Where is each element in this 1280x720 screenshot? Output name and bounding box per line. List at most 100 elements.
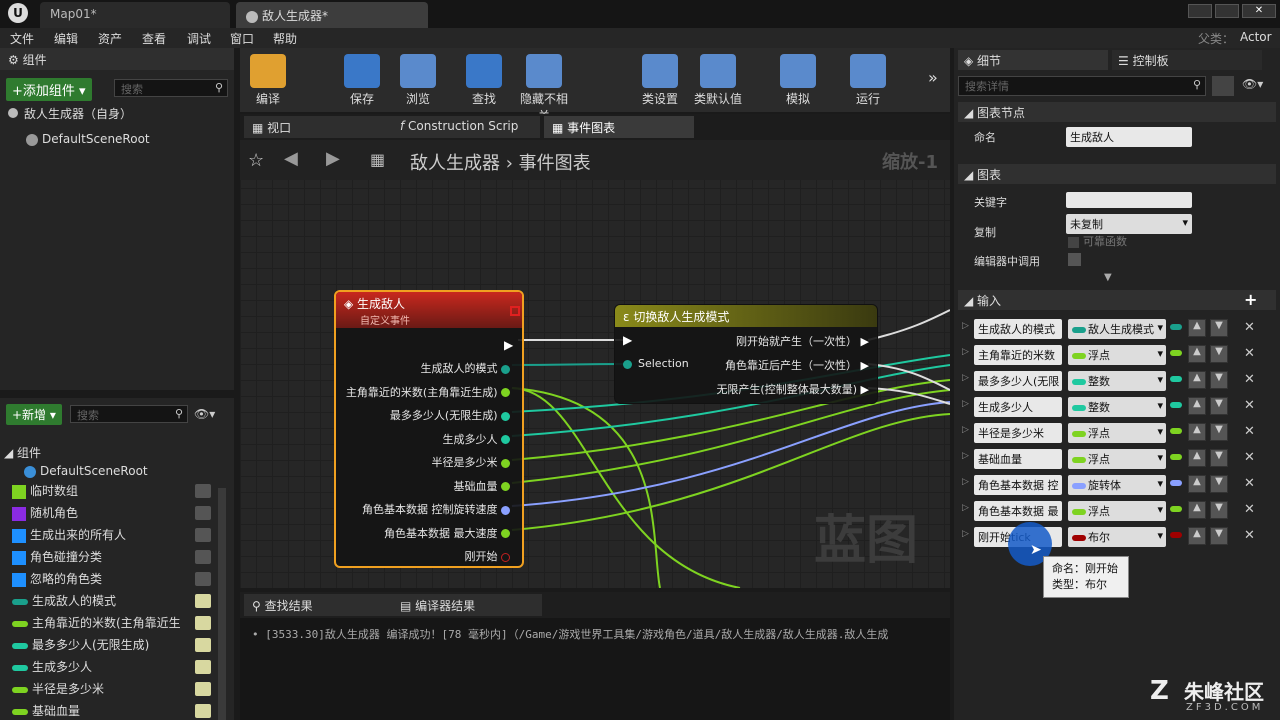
- event-output-pin[interactable]: 生成敌人的模式: [421, 360, 510, 376]
- param-name-field[interactable]: 生成敌人的模式: [974, 319, 1062, 339]
- event-output-pin[interactable]: 刚开始: [465, 548, 510, 564]
- menu-view[interactable]: 查看: [142, 30, 166, 47]
- new-button[interactable]: +新增 ▾: [6, 404, 62, 425]
- tab-event-graph[interactable]: ▦ 事件图表: [544, 116, 694, 138]
- expand-arrow-icon[interactable]: ▷: [962, 399, 969, 409]
- details-search[interactable]: 搜索详情 ⚲: [958, 76, 1206, 96]
- param-type-dropdown[interactable]: 浮点 ▾: [1068, 423, 1166, 443]
- expand-arrow-icon[interactable]: ▷: [962, 529, 969, 539]
- replicate-dropdown[interactable]: 未复制 ▾: [1066, 214, 1192, 234]
- delegate-pin[interactable]: [510, 306, 520, 316]
- param-name-field[interactable]: 半径是多少米: [974, 423, 1062, 443]
- expand-icon[interactable]: ▼: [1104, 272, 1112, 283]
- move-down-button[interactable]: ▼: [1210, 397, 1228, 415]
- expand-arrow-icon[interactable]: ▷: [962, 451, 969, 461]
- tab-map01[interactable]: Map01*: [40, 2, 230, 28]
- variable-item[interactable]: 随机角色: [0, 504, 230, 526]
- editor-call-checkbox[interactable]: [1068, 253, 1081, 266]
- mybp-search[interactable]: 搜索 ⚲: [70, 405, 188, 423]
- move-up-button[interactable]: ▲: [1188, 423, 1206, 441]
- move-up-button[interactable]: ▲: [1188, 371, 1206, 389]
- selection-pin[interactable]: Selection: [623, 357, 689, 370]
- param-name-field[interactable]: 主角靠近的米数: [974, 345, 1062, 365]
- expand-arrow-icon[interactable]: ▷: [962, 503, 969, 513]
- menu-file[interactable]: 文件: [10, 30, 34, 47]
- variable-item[interactable]: 生成多少人: [0, 658, 230, 680]
- scrollbar[interactable]: [218, 488, 226, 720]
- tab-construction-script[interactable]: f Construction Scrip: [392, 116, 540, 138]
- move-up-button[interactable]: ▲: [1188, 475, 1206, 493]
- components-search[interactable]: 搜索 ⚲: [114, 79, 228, 97]
- remove-icon[interactable]: ✕: [1244, 476, 1255, 491]
- hide-unrelated-button[interactable]: 隐藏不相关: [516, 52, 572, 123]
- variable-item[interactable]: 生成出来的所有人: [0, 526, 230, 548]
- param-name-field[interactable]: 基础血量: [974, 449, 1062, 469]
- variable-item[interactable]: 临时数组: [0, 482, 230, 504]
- save-button[interactable]: 保存: [334, 52, 390, 108]
- move-down-button[interactable]: ▼: [1210, 527, 1228, 545]
- move-up-button[interactable]: ▲: [1188, 501, 1206, 519]
- switch-output-pin[interactable]: 刚开始就产生（一次性） ▶: [736, 333, 869, 349]
- play-button[interactable]: 运行: [840, 52, 896, 108]
- mybp-root[interactable]: DefaultSceneRoot: [24, 464, 148, 478]
- class-settings-button[interactable]: 类设置: [632, 52, 688, 108]
- remove-icon[interactable]: ✕: [1244, 424, 1255, 439]
- menu-edit[interactable]: 编辑: [54, 30, 78, 47]
- eye-icon[interactable]: [195, 660, 211, 674]
- eye-icon[interactable]: [195, 704, 211, 718]
- variable-item[interactable]: 最多多少人(无限生成): [0, 636, 230, 658]
- eye-icon[interactable]: 👁▾: [194, 407, 215, 421]
- param-type-dropdown[interactable]: 浮点 ▾: [1068, 501, 1166, 521]
- remove-icon[interactable]: ✕: [1244, 346, 1255, 361]
- menu-asset[interactable]: 资产: [98, 30, 122, 47]
- simulate-button[interactable]: 模拟: [770, 52, 826, 108]
- variable-item[interactable]: 角色碰撞分类: [0, 548, 230, 570]
- eye-icon[interactable]: [195, 616, 211, 630]
- variable-item[interactable]: 主角靠近的米数(主角靠近生: [0, 614, 230, 636]
- param-name-field[interactable]: 角色基本数据 控: [974, 475, 1062, 495]
- variable-item[interactable]: 基础血量: [0, 702, 230, 720]
- remove-icon[interactable]: ✕: [1244, 372, 1255, 387]
- menu-window[interactable]: 窗口: [230, 30, 254, 47]
- class-defaults-button[interactable]: 类默认值: [690, 52, 746, 108]
- group-components[interactable]: ◢ 组件: [4, 444, 41, 461]
- list-view-icon[interactable]: [1212, 76, 1234, 96]
- more-icon[interactable]: »: [928, 68, 938, 87]
- eye-icon[interactable]: 👁▾: [1242, 77, 1263, 91]
- keyword-field[interactable]: [1066, 192, 1192, 208]
- switch-node[interactable]: ε 切换敌人生成模式 ▶ Selection 刚开始就产生（一次性） ▶ 角色靠近…: [614, 304, 878, 404]
- event-node[interactable]: ◈ 生成敌人 自定义事件 ▶ 生成敌人的模式 主角靠近的米数(主角靠近生成) 最…: [334, 290, 524, 568]
- move-down-button[interactable]: ▼: [1210, 371, 1228, 389]
- tab-find-results[interactable]: ⚲ 查找结果: [244, 594, 394, 616]
- section-graph[interactable]: ◢ 图表: [958, 164, 1276, 184]
- default-scene-root[interactable]: DefaultSceneRoot: [26, 132, 150, 146]
- add-input-button[interactable]: +: [1244, 290, 1257, 309]
- eye-icon[interactable]: [195, 682, 211, 696]
- expand-arrow-icon[interactable]: ▷: [962, 373, 969, 383]
- tab-details[interactable]: ◈ 细节: [958, 50, 1108, 70]
- move-down-button[interactable]: ▼: [1210, 345, 1228, 363]
- maximize-button[interactable]: [1215, 4, 1239, 18]
- move-up-button[interactable]: ▲: [1188, 345, 1206, 363]
- param-type-dropdown[interactable]: 整数 ▾: [1068, 371, 1166, 391]
- tab-compiler-results[interactable]: ▤ 编译器结果: [392, 594, 542, 616]
- event-output-pin[interactable]: 基础血量: [454, 478, 510, 494]
- remove-icon[interactable]: ✕: [1244, 398, 1255, 413]
- expand-arrow-icon[interactable]: ▷: [962, 321, 969, 331]
- menu-help[interactable]: 帮助: [273, 30, 297, 47]
- name-field[interactable]: 生成敌人: [1066, 127, 1192, 147]
- switch-output-pin[interactable]: 角色靠近后产生（一次性） ▶: [725, 357, 869, 373]
- expand-arrow-icon[interactable]: ▷: [962, 425, 969, 435]
- section-inputs[interactable]: ◢ 输入: [958, 290, 1276, 310]
- move-up-button[interactable]: ▲: [1188, 527, 1206, 545]
- remove-icon[interactable]: ✕: [1244, 502, 1255, 517]
- move-down-button[interactable]: ▼: [1210, 449, 1228, 467]
- menu-debug[interactable]: 调试: [187, 30, 211, 47]
- event-output-pin[interactable]: 角色基本数据 控制旋转速度: [362, 501, 510, 517]
- param-type-dropdown[interactable]: 整数 ▾: [1068, 397, 1166, 417]
- variable-item[interactable]: 忽略的角色类: [0, 570, 230, 592]
- remove-icon[interactable]: ✕: [1244, 320, 1255, 335]
- eye-icon[interactable]: [195, 594, 211, 608]
- tab-palette[interactable]: ☰ 控制板: [1112, 50, 1262, 70]
- tab-viewport[interactable]: ▦ 视口: [244, 116, 394, 138]
